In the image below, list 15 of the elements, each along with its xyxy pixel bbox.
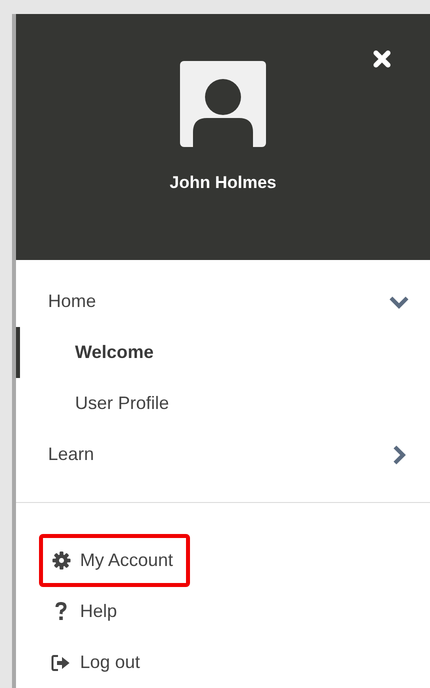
logout-icon — [51, 654, 71, 672]
settings-icon — [52, 551, 70, 570]
menu-link[interactable]: Help — [39, 585, 134, 638]
menu-item[interactable]: Welcome — [16, 327, 430, 378]
menu-item[interactable]: Home — [16, 276, 430, 327]
help-icon — [55, 602, 67, 621]
user-name: John Holmes — [170, 173, 276, 193]
chevron-down-icon — [388, 294, 410, 308]
menu-item[interactable]: Learn — [16, 429, 430, 480]
avatar-icon — [180, 61, 266, 147]
close-icon[interactable] — [373, 50, 391, 68]
menu-item[interactable]: User Profile — [16, 378, 430, 429]
menu-link[interactable]: My Account — [39, 534, 190, 587]
menu-link[interactable]: Log out — [39, 636, 158, 688]
chevron-right-icon — [392, 444, 406, 466]
